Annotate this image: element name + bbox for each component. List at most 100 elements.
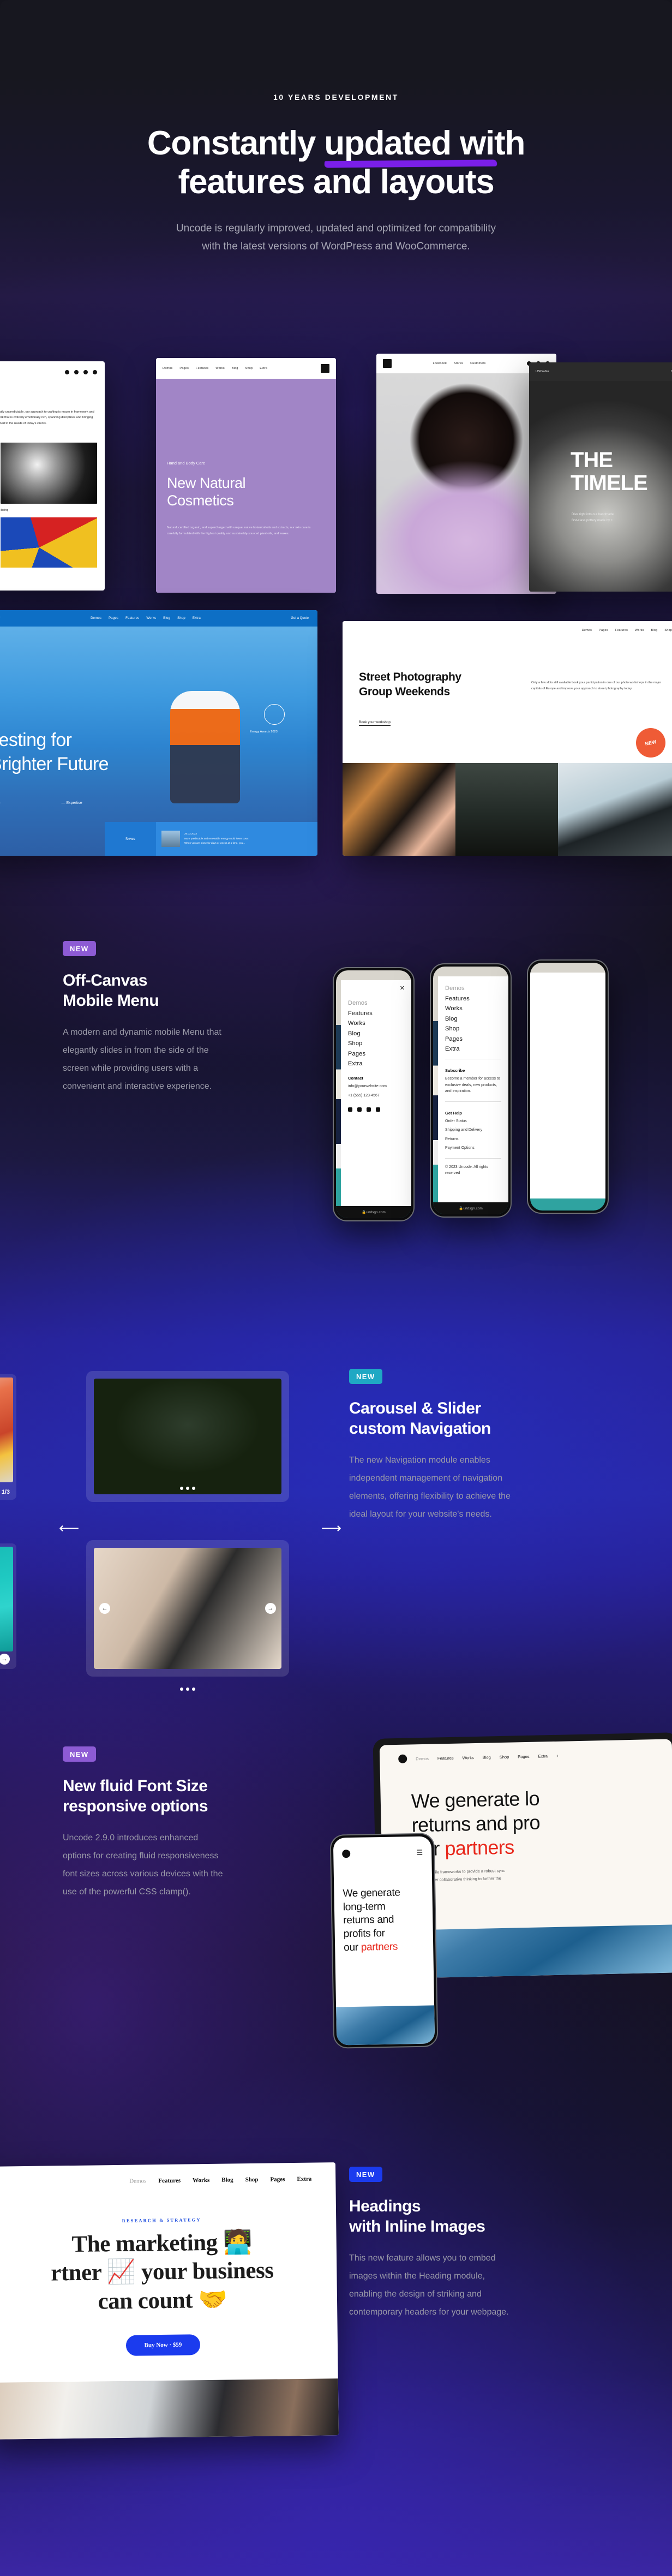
nav-item[interactable]: Pages — [599, 629, 608, 632]
nav-item[interactable]: Features — [125, 617, 139, 620]
demo-card-solar[interactable]: UNSolar Demos Pages Features Works Blog … — [0, 610, 317, 856]
menu-item-features[interactable]: Features — [445, 995, 501, 1002]
nav-item[interactable]: Shop — [664, 629, 672, 632]
menu-item-works[interactable]: Works — [445, 1005, 501, 1012]
nav-item-extra[interactable]: Extra — [297, 2176, 311, 2183]
close-icon[interactable]: ✕ — [400, 986, 405, 992]
menu-item-demos[interactable]: Demos — [348, 1000, 404, 1006]
news-strip[interactable]: News 26.03.2023 More predictable and ren… — [105, 822, 317, 856]
demo-card-workshop[interactable]: UNWorkshop Demos Pages Features Works Bl… — [343, 621, 672, 856]
nav-item-demos[interactable]: Demos — [129, 2178, 146, 2184]
youtube-icon[interactable] — [83, 370, 88, 374]
menu-item-works[interactable]: Works — [348, 1020, 404, 1027]
nav-item[interactable]: Extra — [193, 617, 201, 620]
menu-item-demos[interactable]: Demos — [445, 985, 501, 992]
menu-item-shop[interactable]: Shop — [348, 1040, 404, 1047]
nav-item-more[interactable]: + — [556, 1753, 559, 1758]
url-text: undsgn.com — [366, 1210, 386, 1214]
demo-card-cosmetics[interactable]: Demos Pages Features Works Blog Shop Ext… — [156, 358, 336, 593]
feature-title-line-2: responsive options — [63, 1797, 208, 1816]
carousel-main-portrait[interactable]: ← → — [86, 1540, 289, 1691]
carousel-thumb-arrows[interactable]: ← → — [0, 1543, 16, 1669]
get-quote-button[interactable]: Get a Quote — [291, 617, 309, 620]
menu-item-extra[interactable]: Extra — [445, 1046, 501, 1052]
help-item-returns[interactable]: Returns — [445, 1136, 501, 1143]
feature-headings-inline-images: NEW Headings with Inline Images This new… — [349, 2167, 529, 2322]
dribbble-icon[interactable] — [93, 370, 97, 374]
carousel-dots[interactable] — [180, 1687, 195, 1691]
nav-item-blog[interactable]: Blog — [483, 1755, 491, 1760]
nav-item-shop[interactable]: Shop — [500, 1754, 509, 1759]
browser-url-bar: 🔒 undsgn.com — [336, 1206, 411, 1218]
twitter-icon[interactable] — [357, 1107, 362, 1112]
arrow-right-icon[interactable]: ⟶ — [321, 1520, 341, 1537]
menu-item-pages[interactable]: Pages — [445, 1036, 501, 1042]
facebook-icon[interactable] — [348, 1107, 352, 1112]
facebook-icon[interactable] — [65, 370, 69, 374]
nav-item[interactable]: Pages — [109, 617, 118, 620]
carousel-dots[interactable] — [180, 1487, 195, 1490]
contact-phone[interactable]: +1 (555) 123-4567 — [348, 1093, 404, 1099]
nav-item[interactable]: Blog — [163, 617, 170, 620]
worker-photo — [170, 691, 240, 803]
nav-item[interactable]: Demos — [582, 629, 592, 632]
menu-item-blog[interactable]: Blog — [445, 1016, 501, 1022]
nav-item[interactable]: Works — [215, 367, 224, 370]
nav-item-works[interactable]: Works — [193, 2177, 209, 2184]
nav-item-blog[interactable]: Blog — [221, 2177, 233, 2183]
arrow-left-icon[interactable]: ⟵ — [59, 1520, 79, 1537]
card-heading-line-2: TIMELE — [571, 471, 648, 496]
menu-item-pages[interactable]: Pages — [348, 1051, 404, 1057]
buy-now-button[interactable]: Buy Now · $59 — [125, 2334, 201, 2357]
menu-item-extra[interactable]: Extra — [348, 1060, 404, 1067]
nav-item[interactable]: Shop — [177, 617, 185, 620]
headings-demo-card[interactable]: Demos Features Works Blog Shop Pages Ext… — [0, 2162, 339, 2440]
nav-item[interactable]: Shop — [245, 367, 253, 370]
menu-item-features[interactable]: Features — [348, 1010, 404, 1017]
nav-item-extra[interactable]: Extra — [538, 1754, 548, 1758]
card-heading-line-2: Group Weekends — [359, 685, 450, 698]
nav-item[interactable]: Stores — [454, 362, 463, 365]
demo-card-pottery[interactable]: UNCrafter Demos Pages THE TIMELE Dive ri… — [529, 362, 672, 592]
nav-item[interactable]: Customers — [470, 362, 485, 365]
nav-item-demos[interactable]: Demos — [416, 1756, 429, 1761]
book-workshop-link[interactable]: Book your workshop — [359, 720, 391, 726]
heading-line-1: We generate lo — [411, 1787, 540, 1812]
menu-item-shop[interactable]: Shop — [445, 1025, 501, 1032]
nav-item-features[interactable]: Features — [437, 1755, 454, 1761]
nav-item[interactable]: Works — [146, 617, 156, 620]
nav-item[interactable]: Features — [615, 629, 628, 632]
youtube-icon[interactable] — [367, 1107, 371, 1112]
help-item-order-status[interactable]: Order Status — [445, 1118, 501, 1125]
nav-item[interactable]: Features — [196, 367, 208, 370]
help-item-shipping[interactable]: Shipping and Delivery — [445, 1127, 501, 1134]
carousel-main-watch[interactable] — [86, 1371, 289, 1502]
arrow-right-icon[interactable]: → — [0, 1654, 10, 1665]
nav-item[interactable]: Lookbook — [433, 362, 447, 365]
hamburger-icon[interactable]: ☰ — [416, 1848, 423, 1857]
nav-item-shop[interactable]: Shop — [245, 2177, 259, 2183]
demo-card-portfolio[interactable]: and at times playfully unpredictable, ou… — [0, 361, 105, 591]
arrow-right-icon[interactable]: → — [265, 1603, 276, 1614]
nav-item[interactable]: Blog — [232, 367, 238, 370]
nav-item[interactable]: Demos — [163, 367, 172, 370]
nav-item[interactable]: Pages — [179, 367, 189, 370]
twitter-icon[interactable] — [74, 370, 79, 374]
hero-subtitle-line-1: Uncode is regularly improved, updated an… — [176, 223, 496, 235]
browser-url-bar: 🔒 undsgn.com — [433, 1202, 508, 1214]
carousel-thumb-counter[interactable]: 1/3 — [0, 1374, 16, 1500]
nav-item[interactable]: Blog — [651, 629, 658, 632]
nav-item[interactable]: Demos — [91, 617, 101, 620]
arrow-left-icon[interactable]: ← — [99, 1603, 110, 1614]
contact-email[interactable]: info@yourwebsite.com — [348, 1083, 404, 1090]
nav-item-pages[interactable]: Pages — [270, 2176, 285, 2183]
dribbble-icon[interactable] — [376, 1107, 380, 1112]
nav-item[interactable]: Extra — [260, 367, 267, 370]
nav-item-works[interactable]: Works — [462, 1755, 473, 1760]
menu-item-blog[interactable]: Blog — [348, 1030, 404, 1037]
nav-item[interactable]: Works — [635, 629, 644, 632]
nav-item-pages[interactable]: Pages — [518, 1754, 529, 1758]
brand-logo — [321, 364, 329, 373]
help-item-payment[interactable]: Payment Options — [445, 1145, 501, 1152]
nav-item-features[interactable]: Features — [158, 2178, 181, 2184]
